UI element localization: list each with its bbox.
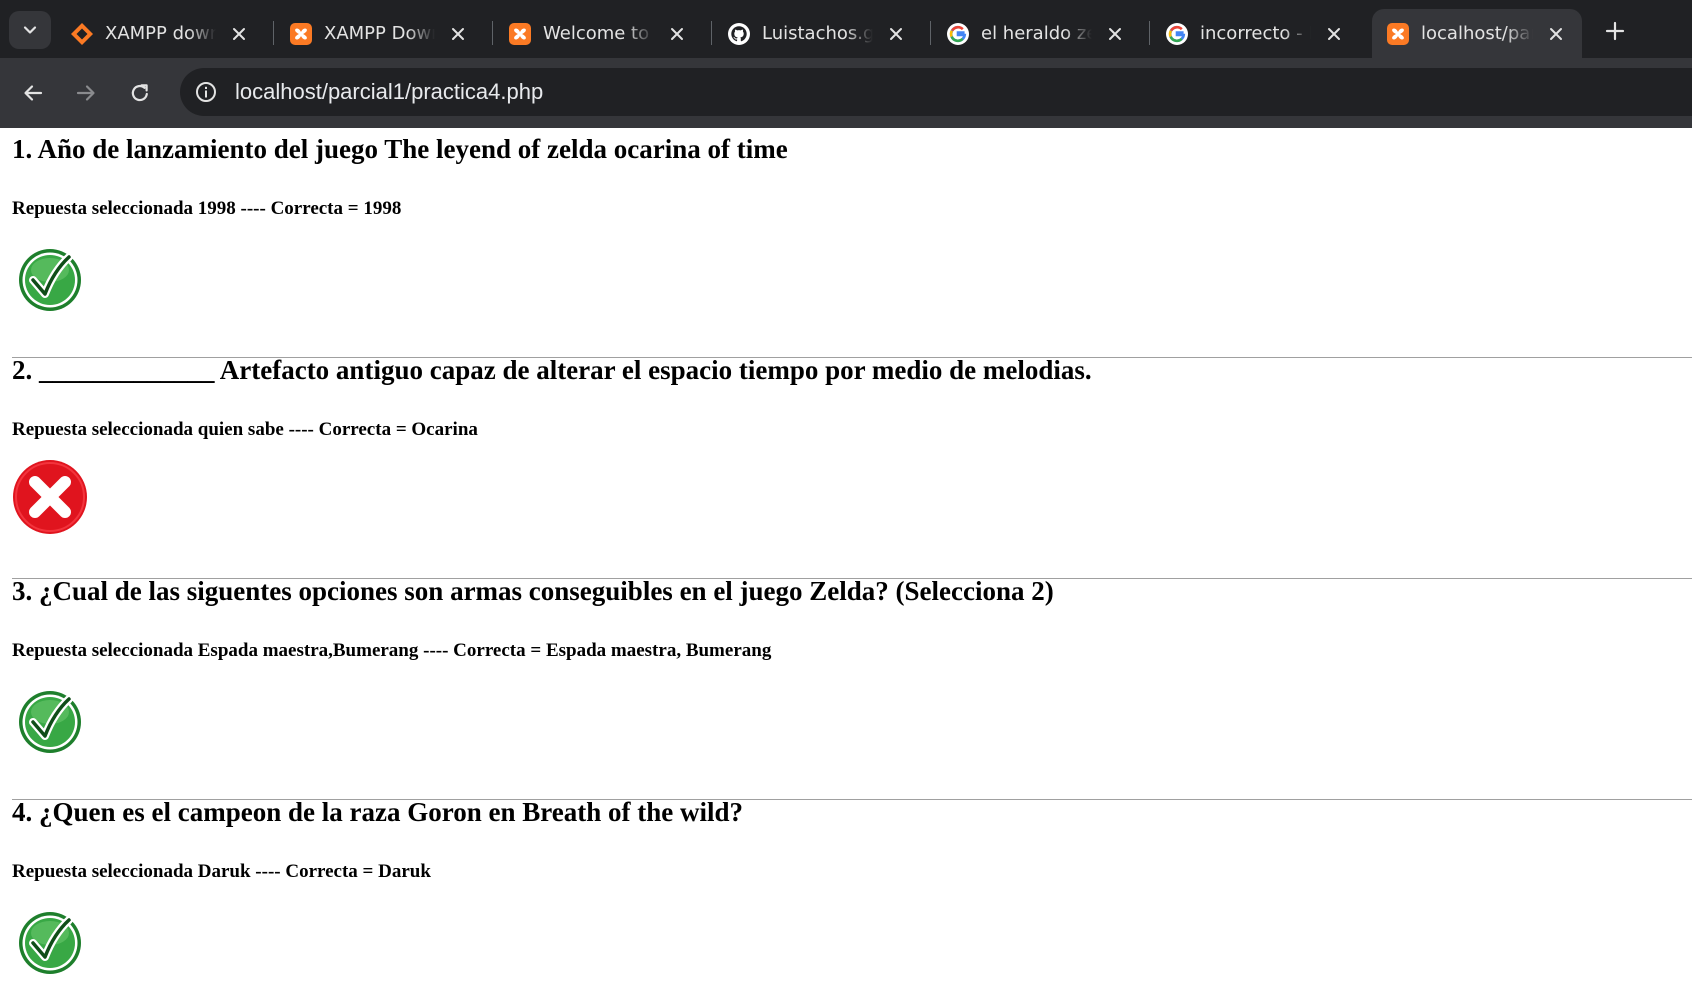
reload-icon — [131, 84, 148, 102]
tab-title: el heraldo zeld — [981, 23, 1093, 44]
tab-title: Luistachos.git — [762, 23, 874, 44]
close-icon[interactable] — [666, 23, 688, 45]
tab-strip: XAMPP downl XAMPP Downl Welcome to X Lui… — [0, 0, 1692, 58]
question-block: 4. ¿Quen es el campeon de la raza Goron … — [12, 797, 1692, 994]
question-heading: 4. ¿Quen es el campeon de la raza Goron … — [12, 797, 743, 827]
close-icon[interactable] — [1104, 23, 1126, 45]
forward-button[interactable] — [69, 76, 103, 110]
green-check-icon — [19, 691, 81, 753]
xampp-logo-icon — [289, 22, 313, 46]
browser-tab[interactable]: XAMPP Downl — [275, 9, 481, 58]
tab-separator — [273, 21, 274, 45]
reload-button[interactable] — [123, 76, 157, 110]
google-icon — [1165, 22, 1189, 46]
question-block: 2. _____________ Artefacto antiguo capaz… — [12, 355, 1692, 585]
tab-separator — [1149, 21, 1150, 45]
tab-title: incorrecto - Bu — [1200, 23, 1311, 44]
tab-title: XAMPP downl — [105, 23, 217, 44]
tab-separator — [930, 21, 931, 45]
address-bar[interactable]: localhost/parcial1/practica4.php — [180, 68, 1692, 116]
browser-tab[interactable]: XAMPP downl — [56, 9, 262, 58]
tab-separator — [711, 21, 712, 45]
browser-tab[interactable]: Luistachos.git — [713, 9, 919, 58]
question-block: 3. ¿Cual de las siguentes opciones son a… — [12, 576, 1692, 806]
github-icon — [727, 22, 751, 46]
xampp-logo-icon — [508, 22, 532, 46]
tab-title: XAMPP Downl — [324, 23, 435, 44]
tab-title: Welcome to X — [543, 23, 654, 44]
tab-separator — [492, 21, 493, 45]
question-heading: 3. ¿Cual de las siguentes opciones son a… — [12, 576, 1054, 606]
chevron-down-icon — [23, 26, 37, 34]
question-heading: 2. _____________ Artefacto antiguo capaz… — [12, 355, 1092, 385]
answer-result-line: Repuesta seleccionada Espada maestra,Bum… — [12, 640, 772, 661]
close-icon[interactable] — [885, 23, 907, 45]
browser-toolbar: localhost/parcial1/practica4.php — [0, 58, 1692, 128]
url-text[interactable]: localhost/parcial1/practica4.php — [235, 79, 543, 105]
answer-result-line: Repuesta seleccionada Daruk ---- Correct… — [12, 861, 431, 882]
browser-tab-active[interactable]: localhost/parc — [1372, 9, 1582, 58]
question-heading: 1. Año de lanzamiento del juego The leye… — [12, 134, 788, 164]
arrow-left-icon — [24, 85, 43, 101]
arrow-right-icon — [76, 85, 95, 101]
green-check-icon — [19, 249, 81, 311]
browser-tab[interactable]: el heraldo zeld — [932, 9, 1138, 58]
close-icon[interactable] — [1545, 23, 1567, 45]
answer-result-line: Repuesta seleccionada 1998 ---- Correcta… — [12, 198, 402, 219]
red-x-icon — [13, 460, 87, 534]
browser-tab[interactable]: incorrecto - Bu — [1151, 9, 1357, 58]
plus-icon — [1605, 21, 1625, 41]
back-button[interactable] — [16, 76, 50, 110]
xampp-orange-diamond-icon — [70, 22, 94, 46]
tab-search-button[interactable] — [9, 11, 51, 49]
info-icon[interactable] — [194, 80, 218, 104]
close-icon[interactable] — [447, 23, 469, 45]
question-block: 1. Año de lanzamiento del juego The leye… — [12, 134, 1692, 364]
page-content: 1. Año de lanzamiento del juego The leye… — [0, 128, 1692, 994]
green-check-icon — [19, 912, 81, 974]
new-tab-button[interactable] — [1598, 14, 1632, 48]
google-icon — [946, 22, 970, 46]
close-icon[interactable] — [228, 23, 250, 45]
xampp-logo-icon — [1386, 22, 1410, 46]
tab-title: localhost/parc — [1421, 23, 1533, 44]
browser-tab[interactable]: Welcome to X — [494, 9, 700, 58]
answer-result-line: Repuesta seleccionada quien sabe ---- Co… — [12, 419, 478, 440]
close-icon[interactable] — [1323, 23, 1345, 45]
